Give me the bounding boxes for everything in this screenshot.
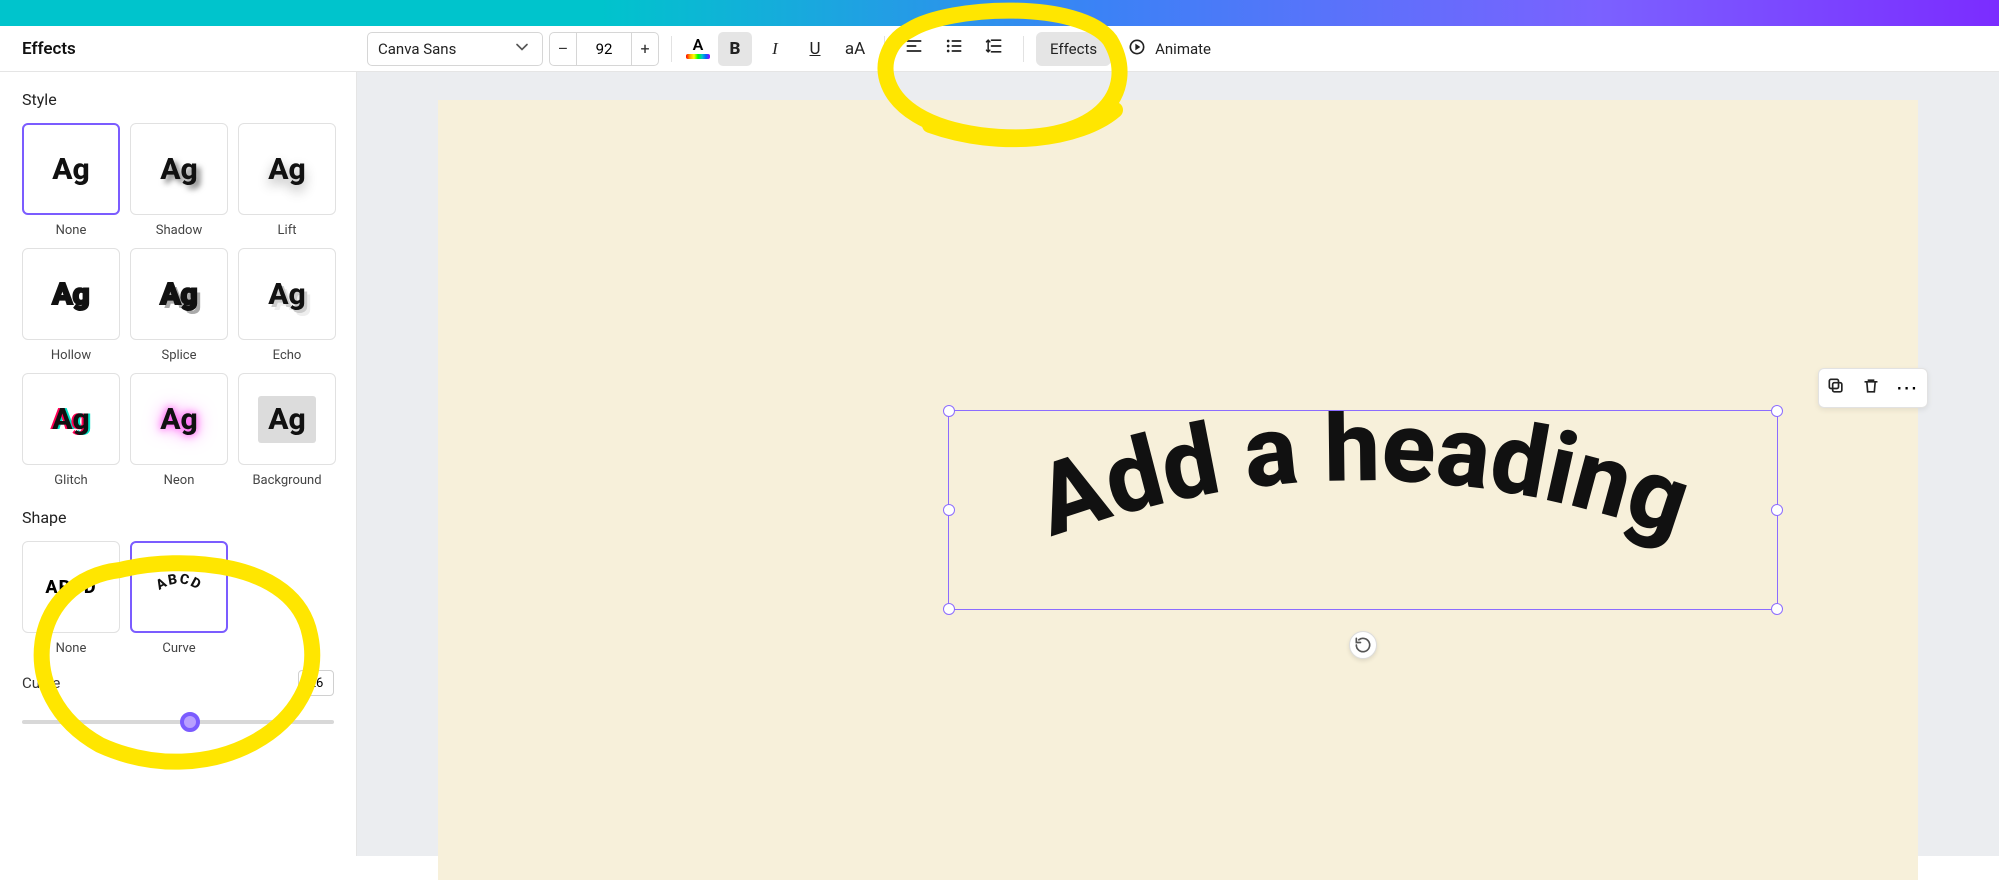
design-page[interactable]: ⋯ Add a heading bbox=[438, 100, 1918, 880]
style-option-lift[interactable]: Ag Lift bbox=[238, 123, 336, 238]
alignment-button[interactable] bbox=[897, 32, 931, 66]
font-size-stepper: – + bbox=[549, 32, 659, 66]
style-option-shadow[interactable]: Ag Shadow bbox=[130, 123, 228, 238]
text-color-button[interactable]: A bbox=[684, 32, 712, 66]
animate-icon bbox=[1127, 37, 1147, 61]
effects-button[interactable]: Effects bbox=[1036, 32, 1111, 66]
resize-handle[interactable] bbox=[1771, 603, 1783, 615]
svg-text:ABCD: ABCD bbox=[153, 571, 204, 593]
resize-handle[interactable] bbox=[943, 504, 955, 516]
style-option-glitch[interactable]: Ag Glitch bbox=[22, 373, 120, 488]
curve-slider-label: Curve bbox=[22, 674, 60, 692]
curve-value-input[interactable] bbox=[298, 670, 334, 696]
top-bar: Effects Canva Sans – + A B I U aA bbox=[0, 26, 1999, 72]
duplicate-button[interactable] bbox=[1826, 376, 1846, 400]
font-family-select[interactable]: Canva Sans bbox=[367, 32, 543, 66]
list-icon bbox=[944, 36, 964, 61]
selected-text-element[interactable]: Add a heading bbox=[948, 410, 1778, 610]
resize-handle[interactable] bbox=[943, 603, 955, 615]
font-family-value: Canva Sans bbox=[378, 40, 456, 58]
text-toolbar: Canva Sans – + A B I U aA bbox=[357, 26, 1999, 71]
style-option-splice[interactable]: Ag Splice bbox=[130, 248, 228, 363]
floating-element-toolbar: ⋯ bbox=[1818, 368, 1928, 408]
resize-handle[interactable] bbox=[1771, 405, 1783, 417]
style-option-neon[interactable]: Ag Neon bbox=[130, 373, 228, 488]
style-option-echo[interactable]: Ag Echo bbox=[238, 248, 336, 363]
case-button[interactable]: aA bbox=[838, 32, 872, 66]
more-button[interactable]: ⋯ bbox=[1896, 376, 1920, 401]
separator bbox=[884, 36, 885, 62]
svg-text:Add a heading: Add a heading bbox=[1023, 411, 1704, 560]
heading-text[interactable]: Add a heading bbox=[1023, 411, 1704, 560]
style-option-hollow[interactable]: Ag Hollow bbox=[22, 248, 120, 363]
main-area: Style Ag None Ag Shadow Ag Lift Ag Hollo… bbox=[0, 72, 1999, 856]
style-section-label: Style bbox=[22, 90, 334, 109]
underline-button[interactable]: U bbox=[798, 32, 832, 66]
resize-handle[interactable] bbox=[1771, 504, 1783, 516]
shape-option-none[interactable]: ABCD None bbox=[22, 541, 120, 656]
trash-button[interactable] bbox=[1861, 376, 1881, 400]
animate-button[interactable]: Animate bbox=[1117, 32, 1221, 66]
italic-button[interactable]: I bbox=[758, 32, 792, 66]
align-icon bbox=[904, 36, 924, 61]
style-option-background[interactable]: Ag Background bbox=[238, 373, 336, 488]
curve-slider[interactable] bbox=[22, 720, 334, 724]
sidebar-title: Effects bbox=[0, 26, 357, 71]
font-size-input[interactable] bbox=[577, 32, 631, 66]
curved-text-svg: Add a heading bbox=[949, 411, 1777, 609]
shape-option-curve[interactable]: ABCD Curve bbox=[130, 541, 228, 656]
rainbow-icon bbox=[686, 54, 710, 59]
separator bbox=[1023, 36, 1024, 62]
brand-gradient-bar bbox=[0, 0, 1999, 26]
spacing-icon bbox=[984, 36, 1004, 61]
canvas-viewport[interactable]: ⋯ Add a heading bbox=[357, 72, 1999, 856]
curve-slider-thumb[interactable] bbox=[180, 712, 200, 732]
bullet-list-button[interactable] bbox=[937, 32, 971, 66]
style-option-none[interactable]: Ag None bbox=[22, 123, 120, 238]
separator bbox=[671, 36, 672, 62]
font-size-decrease[interactable]: – bbox=[549, 32, 577, 66]
shape-section-label: Shape bbox=[22, 508, 334, 527]
text-color-letter: A bbox=[693, 38, 704, 52]
chevron-down-icon bbox=[512, 37, 532, 61]
rotate-handle[interactable] bbox=[1349, 631, 1377, 659]
curve-slider-row: Curve bbox=[22, 670, 334, 696]
bold-button[interactable]: B bbox=[718, 32, 752, 66]
spacing-button[interactable] bbox=[977, 32, 1011, 66]
font-size-increase[interactable]: + bbox=[631, 32, 659, 66]
effects-sidebar: Style Ag None Ag Shadow Ag Lift Ag Hollo… bbox=[0, 72, 357, 856]
shape-grid: ABCD None ABCD Curve bbox=[22, 541, 334, 656]
style-grid: Ag None Ag Shadow Ag Lift Ag Hollow Ag S… bbox=[22, 123, 334, 488]
animate-label: Animate bbox=[1155, 40, 1211, 58]
resize-handle[interactable] bbox=[943, 405, 955, 417]
